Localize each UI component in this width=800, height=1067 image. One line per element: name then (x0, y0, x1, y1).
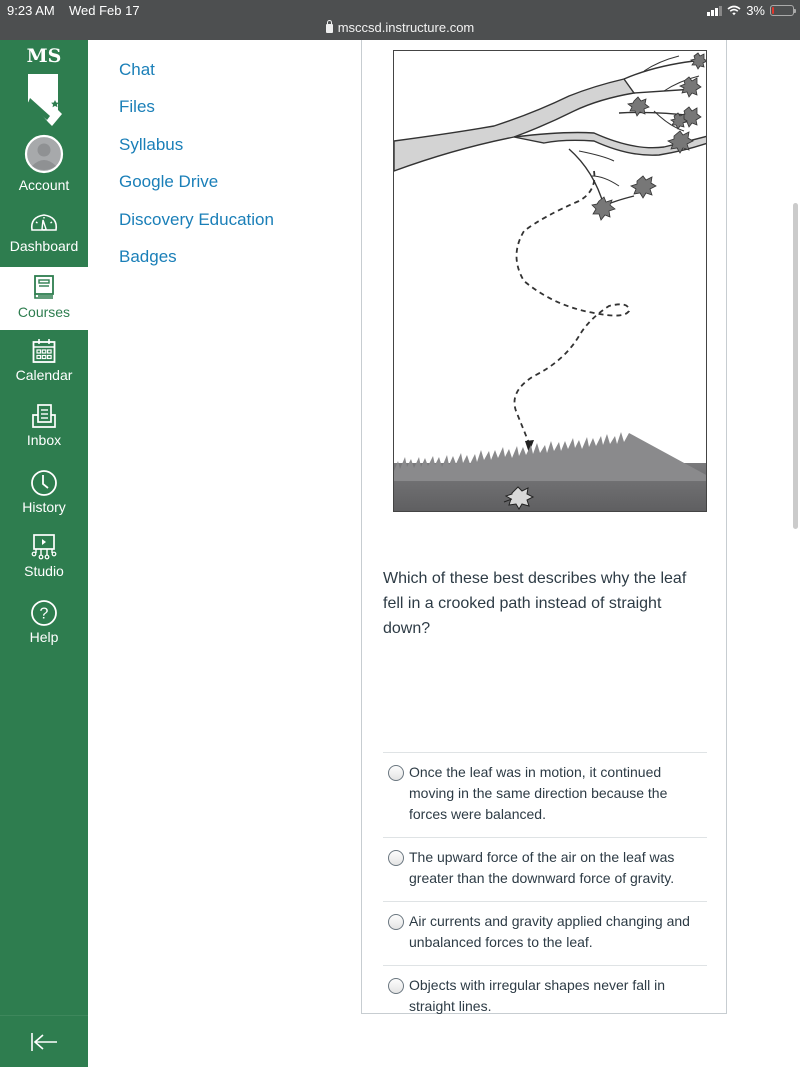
answer-option[interactable]: Once the leaf was in motion, it continue… (383, 752, 707, 837)
inbox-icon (32, 404, 56, 428)
answer-option[interactable]: Objects with irregular shapes never fall… (383, 965, 707, 1029)
page-scrollbar[interactable] (793, 203, 798, 529)
answer-text: Objects with irregular shapes never fall… (409, 977, 666, 1014)
answer-option[interactable]: Air currents and gravity applied changin… (383, 901, 707, 965)
clock-icon (31, 470, 57, 496)
battery-icon (770, 5, 796, 16)
leaf-illustration (394, 52, 706, 511)
leaf-fall-path (513, 170, 630, 444)
studio-icon (31, 534, 57, 560)
answer-text: Air currents and gravity applied changin… (409, 913, 690, 950)
answer-option[interactable]: The upward force of the air on the leaf … (383, 837, 707, 901)
answer-text: The upward force of the air on the leaf … (409, 849, 675, 886)
question-text: Which of these best describes why the le… (383, 570, 687, 637)
book-icon (34, 275, 54, 299)
wifi-icon (727, 5, 741, 16)
leaf-falling-figure (393, 50, 707, 512)
collapse-arrow-icon (31, 1033, 57, 1051)
grass (394, 432, 706, 481)
calendar-icon (32, 339, 56, 363)
course-nav-google-drive[interactable]: Google Drive (119, 172, 218, 192)
answer-radio[interactable] (388, 850, 404, 866)
avatar-icon (24, 134, 64, 174)
nav-label: Courses (17, 304, 71, 320)
nav-item-help[interactable]: ? Help (0, 599, 88, 653)
lock-icon (325, 20, 333, 33)
help-icon: ? (31, 600, 57, 626)
status-time: 9:23 AM (7, 3, 55, 18)
nav-label: Help (29, 629, 59, 645)
course-nav-chat[interactable]: Chat (119, 60, 155, 80)
global-nav: MS Account Dashboard Courses Calendar In… (0, 40, 88, 1067)
nav-item-account[interactable]: Account (0, 134, 88, 196)
speedometer-icon (30, 214, 58, 231)
nav-item-courses[interactable]: Courses (0, 267, 88, 330)
answer-radio[interactable] (388, 914, 404, 930)
course-nav-badges[interactable]: Badges (119, 247, 177, 267)
svg-text:MS: MS (27, 45, 62, 67)
nav-label: Account (18, 177, 70, 193)
tree-branch (394, 55, 706, 208)
question-card: Which of these best describes why the le… (361, 40, 727, 1014)
ms-logo-icon: MS (27, 45, 62, 126)
nav-item-dashboard[interactable]: Dashboard (0, 212, 88, 266)
nav-label: History (22, 499, 66, 515)
nav-item-calendar[interactable]: Calendar (0, 338, 88, 392)
svg-text:?: ? (40, 606, 49, 623)
school-logo[interactable]: MS (0, 40, 88, 130)
url-text: msccsd.instructure.com (337, 20, 475, 35)
course-nav-discovery-education[interactable]: Discovery Education (119, 210, 274, 230)
answer-list: Once the leaf was in motion, it continue… (383, 752, 707, 1029)
nav-label: Dashboard (9, 238, 79, 254)
course-nav-files[interactable]: Files (119, 97, 155, 117)
collapse-nav-button[interactable] (0, 1015, 88, 1067)
nav-label: Calendar (15, 367, 73, 383)
answer-text: Once the leaf was in motion, it continue… (409, 764, 668, 822)
address-bar[interactable]: msccsd.instructure.com (0, 20, 800, 35)
nav-item-history[interactable]: History (0, 469, 88, 523)
course-nav-syllabus[interactable]: Syllabus (119, 135, 183, 155)
nav-label: Inbox (26, 432, 62, 448)
nav-label: Studio (24, 563, 64, 579)
cellular-signal-icon (707, 5, 723, 16)
nav-item-studio[interactable]: Studio (0, 533, 88, 587)
status-indicators: 3% (707, 3, 796, 18)
answer-radio[interactable] (388, 765, 404, 781)
status-bar: 9:23 AM Wed Feb 17 msccsd.instructure.co… (0, 0, 800, 40)
tree-leaves (591, 52, 706, 221)
nav-item-inbox[interactable]: Inbox (0, 403, 88, 457)
status-date: Wed Feb 17 (69, 3, 140, 18)
answer-radio[interactable] (388, 978, 404, 994)
battery-percent: 3% (746, 3, 765, 18)
